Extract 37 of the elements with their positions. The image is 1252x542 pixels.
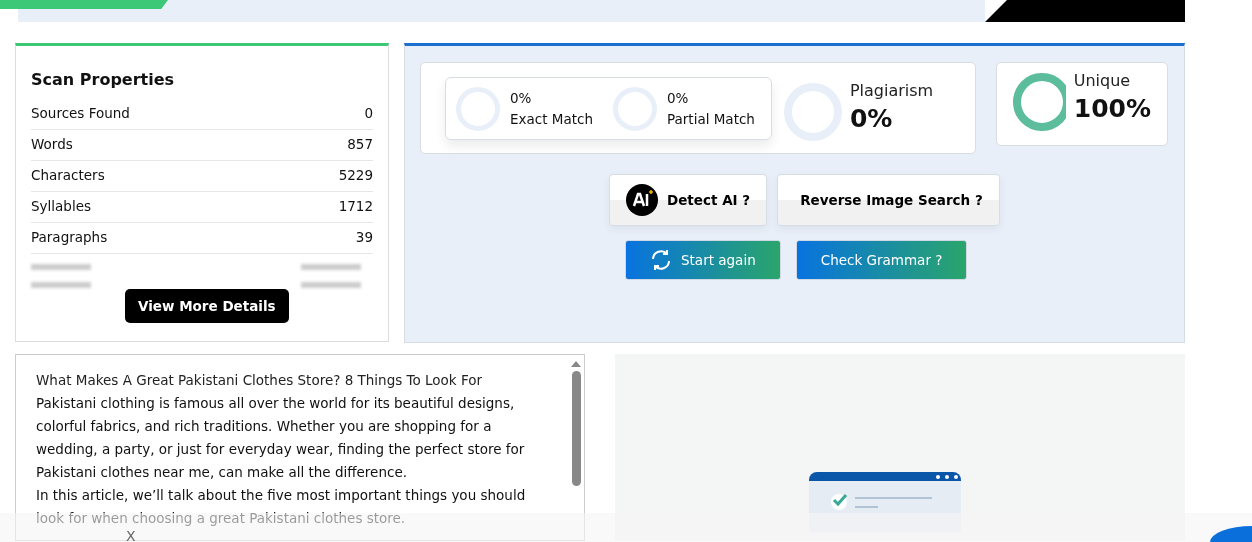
property-label: Words: [31, 136, 73, 154]
score-value: 100%: [1073, 94, 1151, 123]
progress-ring: [1013, 73, 1066, 131]
match-label: Partial Match: [667, 111, 755, 127]
property-label: Characters: [31, 167, 105, 185]
article-line: look for when choosing a great Pakistani clothes store.: [36, 509, 406, 528]
refresh-icon: [650, 249, 672, 271]
article-line: wedding, a party, or just for everyday wear, finding the perfect store for: [36, 440, 525, 459]
match-percent: 0%: [667, 90, 690, 106]
article-line: In this article, we’ll talk about the five most important things you should: [36, 486, 526, 505]
score-label: Plagiarism: [849, 81, 934, 100]
ai-icon: [626, 184, 658, 216]
chat-button[interactable]: [1210, 526, 1252, 542]
property-value: 857: [347, 136, 373, 154]
detect-ai-button[interactable]: Detect AI ?: [609, 174, 768, 226]
property-label: Paragraphs: [31, 229, 108, 247]
match-label: Exact Match: [510, 111, 593, 127]
article-title: What Makes A Great Pakistani Clothes Store? 8 Things To Look For: [36, 371, 483, 390]
property-value: 39: [355, 229, 373, 247]
reverse-image-search-button[interactable]: Reverse Image Search ?: [777, 174, 1000, 226]
close-button[interactable]: X: [126, 530, 136, 542]
start-again-button[interactable]: Start again: [625, 240, 781, 280]
article-line: colorful fabrics, and rich traditions. Whether you are shopping for a: [36, 417, 492, 436]
article-line: Pakistani clothes near me, can make all the difference.: [36, 463, 407, 482]
view-more-details-button[interactable]: View More Details: [125, 289, 289, 323]
property-value: 0: [364, 105, 373, 123]
card-title: Scan Properties: [31, 70, 176, 89]
match-percent: 0%: [510, 90, 533, 106]
text-area[interactable]: [15, 354, 585, 541]
property-value: 5229: [338, 167, 373, 185]
article-line: Pakistani clothing is famous all over the world for its beautiful designs,: [36, 394, 515, 413]
score-value: 0%: [849, 104, 894, 133]
property-label: Syllables: [31, 198, 91, 216]
score-label: Unique: [1073, 71, 1132, 90]
check-grammar-button[interactable]: Check Grammar ?: [795, 240, 968, 280]
property-label: Sources Found: [31, 105, 130, 123]
property-value: 1712: [338, 198, 373, 216]
